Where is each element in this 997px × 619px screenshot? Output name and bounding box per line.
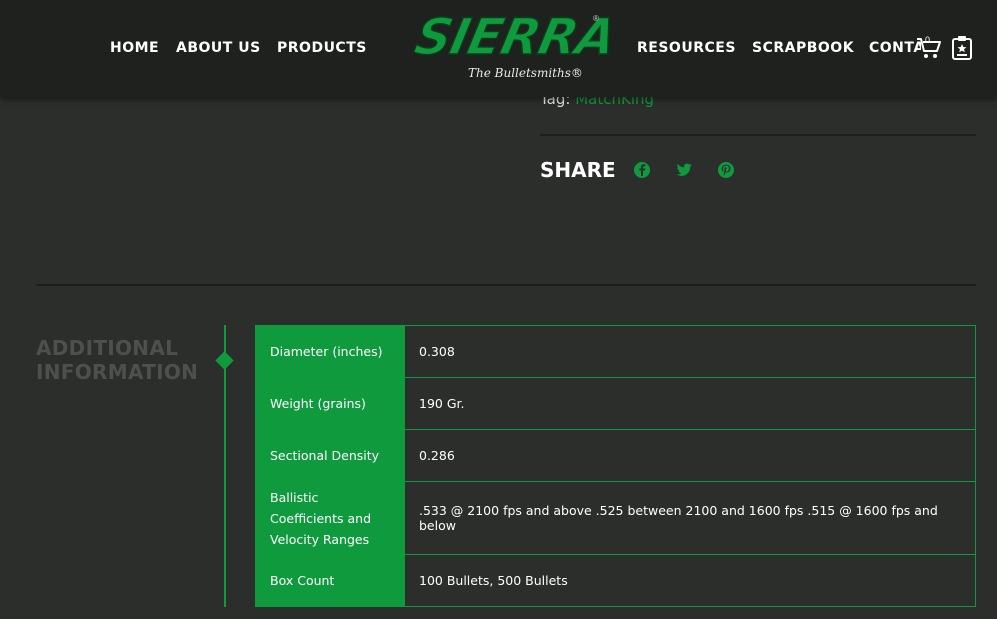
spec-value: .533 @ 2100 fps and above .525 between 2… (404, 481, 976, 555)
site-header: HOME ABOUT US PRODUCTS SIERRA ® The Bull… (0, 0, 997, 97)
table-row: Sectional Density 0.286 (255, 429, 976, 482)
nav-scrapbook[interactable]: SCRAPBOOK (752, 40, 854, 56)
nav-resources[interactable]: RESOURCES (637, 40, 736, 56)
divider (540, 134, 976, 136)
twitter-icon[interactable] (675, 161, 693, 179)
cart-count-badge: 0 (925, 35, 931, 45)
section-divider (36, 284, 976, 286)
logo-wordmark: SIERRA (409, 7, 621, 67)
spec-label: Sectional Density (255, 429, 405, 482)
nav-home[interactable]: HOME (110, 40, 159, 56)
spec-label: Diameter (inches) (255, 325, 405, 378)
nav-contact[interactable]: CONTACT (869, 40, 921, 56)
nav-products[interactable]: PRODUCTS (277, 40, 367, 56)
additional-information-heading: ADDITIONAL INFORMATION (36, 336, 199, 384)
diamond-marker-icon (215, 351, 234, 370)
spec-value: 0.308 (404, 325, 976, 378)
table-row: Ballistic Coefficients and Velocity Rang… (255, 481, 976, 555)
logo-registered-mark: ® (593, 14, 599, 23)
sierra-logo[interactable]: SIERRA ® The Bulletsmiths® (409, 7, 621, 86)
spec-value: 190 Gr. (404, 377, 976, 430)
spec-label: Weight (grains) (255, 377, 405, 430)
share-label: SHARE (540, 158, 616, 182)
spec-label: Ballistic Coefficients and Velocity Rang… (255, 481, 405, 555)
spec-value: 0.286 (404, 429, 976, 482)
logo-tagline: The Bulletsmiths® (468, 66, 583, 80)
table-row: Box Count 100 Bullets, 500 Bullets (255, 554, 976, 607)
specifications-table: Diameter (inches) 0.308 Weight (grains) … (255, 325, 976, 607)
facebook-icon[interactable] (633, 161, 651, 179)
spec-label: Box Count (255, 554, 405, 607)
pinterest-icon[interactable] (717, 161, 735, 179)
table-row: Weight (grains) 190 Gr. (255, 377, 976, 430)
clipboard-star-icon[interactable] (951, 35, 973, 61)
table-row: Diameter (inches) 0.308 (255, 325, 976, 378)
spec-value: 100 Bullets, 500 Bullets (404, 554, 976, 607)
nav-about-us[interactable]: ABOUT US (176, 40, 261, 56)
